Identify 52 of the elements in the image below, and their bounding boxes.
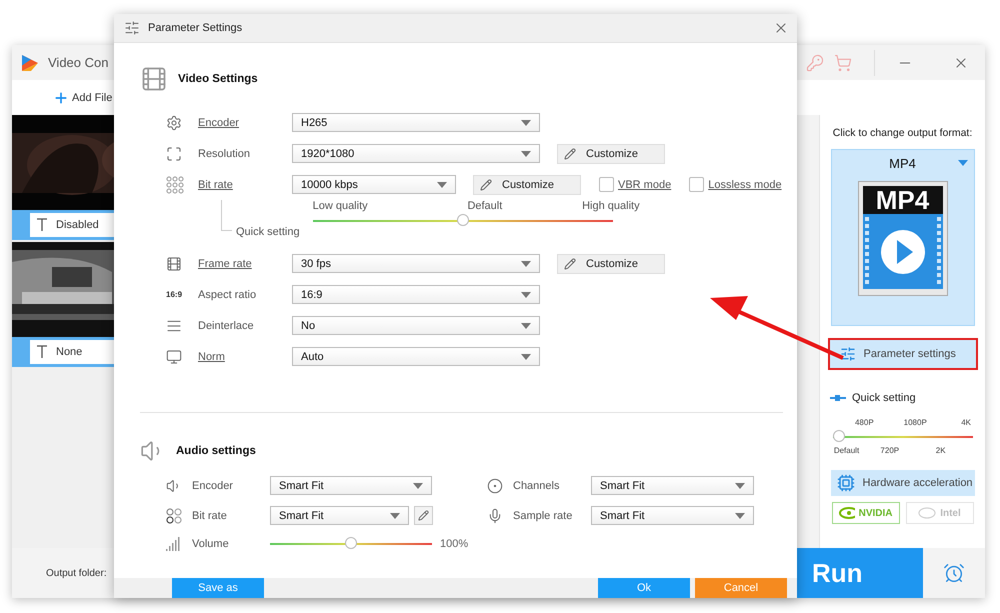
tick-label: 4K bbox=[961, 418, 972, 427]
setting-label: Deinterlace bbox=[198, 320, 255, 332]
volume-reading: 100% bbox=[440, 538, 468, 550]
setting-label: Bit rate bbox=[192, 510, 228, 522]
dropdown[interactable]: No bbox=[292, 316, 540, 335]
dropdown[interactable]: 30 fps bbox=[292, 254, 540, 273]
tick-label: 1080P bbox=[904, 418, 927, 427]
tick-label: 480P bbox=[854, 418, 874, 427]
slider-label: Low quality bbox=[312, 200, 368, 212]
output-format-prompt: Click to change output format: bbox=[832, 127, 972, 139]
output-folder-label: Output folder: bbox=[46, 568, 107, 578]
format-card[interactable]: MP4 MP4 bbox=[830, 149, 974, 326]
dropdown[interactable]: 16:9 bbox=[292, 285, 540, 304]
app-title: Video Con bbox=[48, 55, 108, 70]
quick-setting-label: Quick setting bbox=[236, 226, 300, 238]
tick-label: 720P bbox=[880, 446, 900, 455]
quick-setting-label: Quick setting bbox=[830, 392, 916, 404]
tick-label: 2K bbox=[936, 446, 946, 455]
dropdown[interactable]: Smart Fit bbox=[591, 476, 754, 495]
setting-label: Aspect ratio bbox=[198, 288, 258, 300]
dropdown[interactable]: 10000 kbps bbox=[292, 175, 456, 194]
dropdown[interactable]: Auto bbox=[292, 347, 540, 366]
setting-link[interactable]: Bit rate bbox=[198, 178, 292, 190]
customize-button[interactable]: Customize bbox=[557, 254, 665, 274]
setting-label: Sample rate bbox=[513, 510, 574, 522]
section-heading: Video Settings bbox=[178, 73, 258, 85]
setting-label: Resolution bbox=[198, 148, 251, 160]
customize-button[interactable]: Customize bbox=[557, 144, 665, 164]
section-heading: Audio settings bbox=[176, 445, 256, 457]
tick-label: Default bbox=[834, 446, 860, 455]
dropdown[interactable]: H265 bbox=[292, 113, 540, 132]
setting-label: Channels bbox=[513, 480, 560, 492]
checkbox-option[interactable]: Lossless mode bbox=[689, 177, 782, 192]
video-file-icon: MP4 bbox=[858, 181, 948, 296]
setting-label: Encoder bbox=[192, 480, 234, 492]
setting-label: Volume bbox=[192, 538, 230, 550]
setting-link[interactable]: Norm bbox=[198, 350, 292, 362]
aspect-ratio-icon: 16:9 bbox=[166, 290, 182, 299]
dialog-title: Parameter Settings bbox=[148, 22, 242, 34]
setting-link[interactable]: Encoder bbox=[198, 116, 292, 128]
dropdown[interactable]: Smart Fit bbox=[270, 506, 409, 525]
hardware-acceleration-bar: Hardware acceleration bbox=[830, 470, 974, 496]
setting-link[interactable]: Frame rate bbox=[198, 258, 292, 270]
dropdown[interactable]: 1920*1080 bbox=[292, 144, 540, 163]
customize-button[interactable]: Customize bbox=[473, 174, 581, 194]
add-file-button[interactable]: Add File bbox=[53, 90, 112, 106]
dropdown[interactable]: Smart Fit bbox=[591, 506, 754, 525]
dropdown[interactable]: Smart Fit bbox=[270, 476, 432, 495]
slider-label: High quality bbox=[582, 200, 640, 212]
slider-label: Default bbox=[467, 200, 502, 212]
parameter-settings-button[interactable]: Parameter settings bbox=[830, 340, 976, 368]
checkbox-option[interactable]: VBR mode bbox=[599, 177, 672, 192]
